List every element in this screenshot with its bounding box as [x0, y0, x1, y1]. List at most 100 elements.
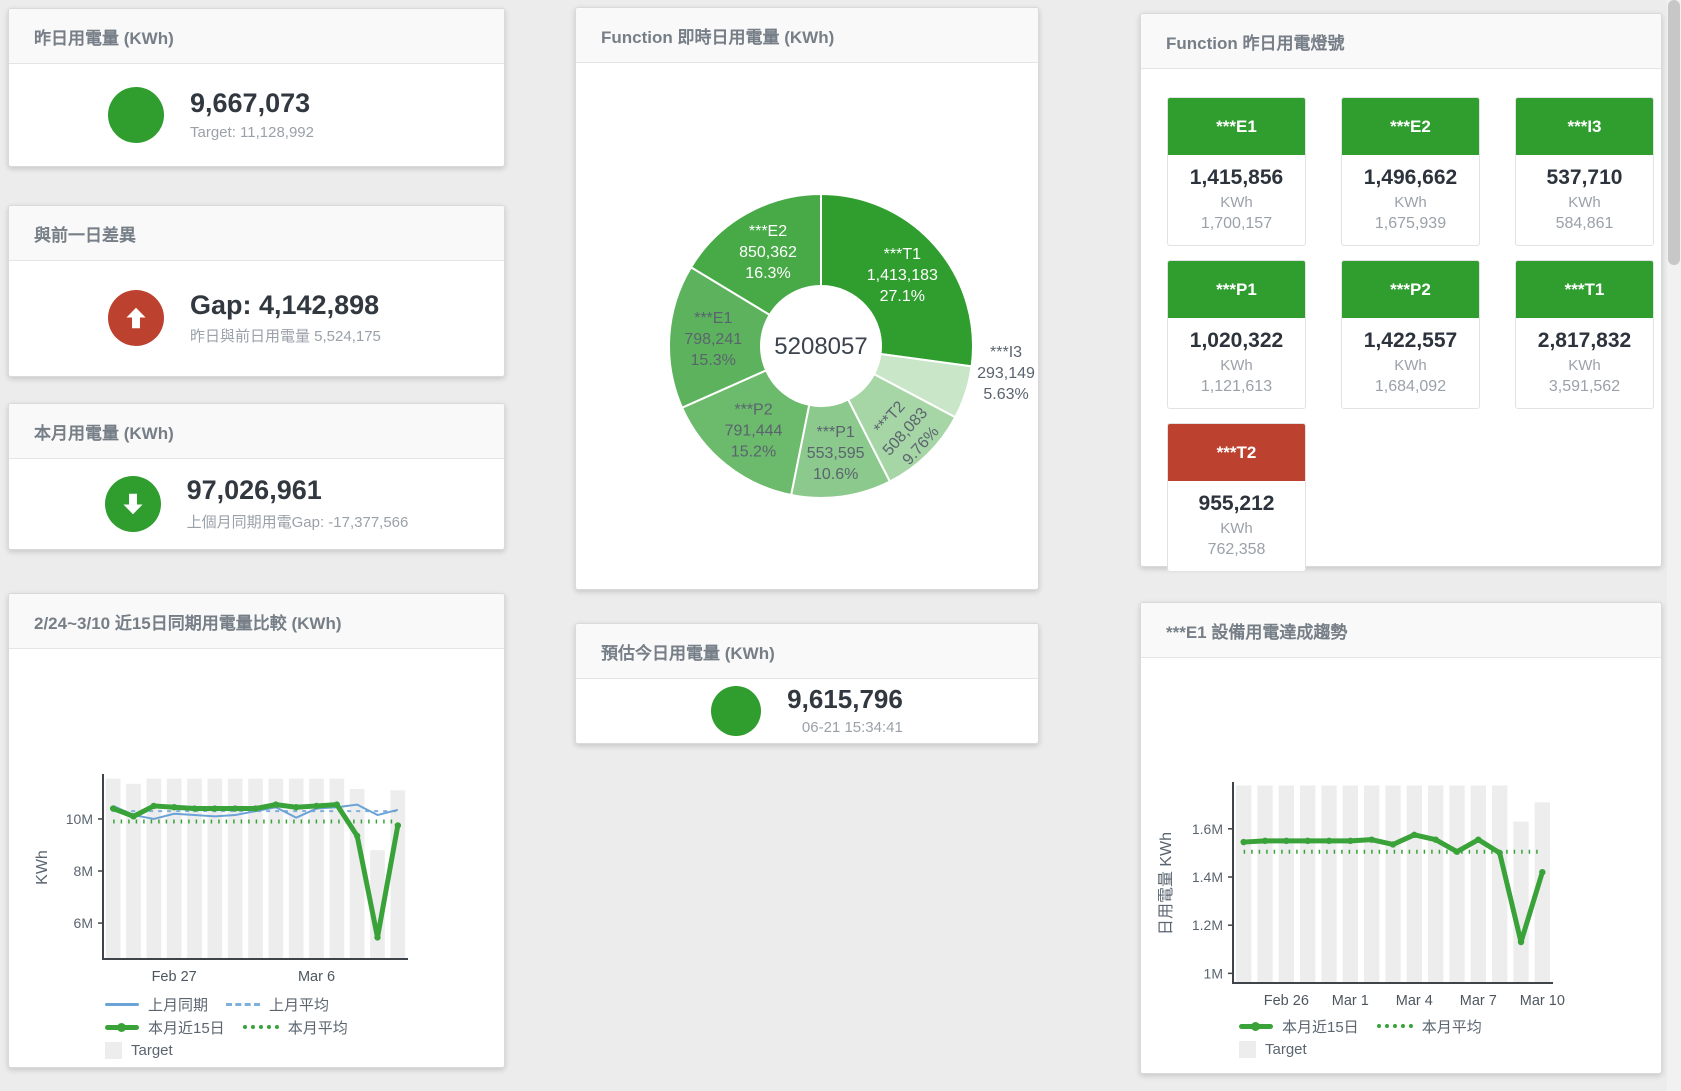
panel-title[interactable]: Function 昨日用電燈號: [1166, 29, 1344, 54]
tile-status-header: ***E1: [1168, 98, 1305, 155]
x-tick-label: Feb 26: [1264, 993, 1309, 1008]
x-tick-label: Mar 4: [1396, 993, 1433, 1008]
scrollbar-thumb[interactable]: [1668, 0, 1680, 265]
y-tick-label: 8M: [74, 863, 93, 879]
legend-item-last-month-avg[interactable]: 上月平均: [226, 994, 329, 1015]
legend-item-this-month-avg[interactable]: 本月平均: [1377, 1016, 1482, 1037]
target-bar: [1471, 785, 1486, 983]
tile-unit: KWh: [1170, 520, 1303, 537]
tile-status-header: ***T1: [1516, 261, 1653, 318]
target-bar: [391, 790, 406, 959]
target-bar: [1407, 785, 1422, 983]
panel-title[interactable]: 本月用電量 (KWh): [34, 419, 174, 444]
panel-title[interactable]: 與前一日差異: [34, 221, 136, 246]
tile-status-header: ***P2: [1342, 261, 1479, 318]
panel-header: ***E1 設備用電達成趨勢: [1141, 603, 1661, 658]
legend-label: 本月平均: [1422, 1016, 1482, 1037]
tile-unit: KWh: [1170, 357, 1303, 374]
y-axis-label: 日用電量 KWh: [1158, 832, 1175, 935]
panel-title[interactable]: Function 即時日用電量 (KWh): [601, 23, 834, 48]
donut-center-total: 5208057: [774, 333, 867, 360]
target-bar: [1364, 785, 1379, 983]
panel-header: 2/24~3/10 近15日同期用電量比較 (KWh): [9, 594, 504, 649]
dotted-line-swatch: [243, 1025, 279, 1029]
dotted-line-swatch: [1377, 1024, 1413, 1028]
panel-header: Function 昨日用電燈號: [1141, 14, 1661, 69]
stat-body: 9,667,073 Target: 11,128,992: [9, 64, 504, 165]
panel-header: 本月用電量 (KWh): [9, 404, 504, 459]
dashboard: { "colors": { "page_bg": "#ececec", "gre…: [0, 0, 1681, 1091]
vertical-scrollbar: [1667, 0, 1681, 1091]
target-bar: [1428, 785, 1443, 983]
thick-line-swatch: [1239, 1024, 1273, 1029]
legend-label: 本月平均: [288, 1017, 348, 1038]
legend-item-last-month[interactable]: 上月同期: [105, 994, 208, 1015]
light-tile: ***I3537,710KWh584,861: [1515, 97, 1654, 246]
tile-status-header: ***T2: [1168, 424, 1305, 481]
status-circle-green: [108, 87, 164, 143]
legend-item-target[interactable]: Target: [1239, 1041, 1307, 1058]
panel-header: 與前一日差異: [9, 206, 504, 261]
panel-title[interactable]: ***E1 設備用電達成趨勢: [1166, 618, 1347, 643]
y-tick-label: 6M: [74, 915, 93, 931]
legend-label: Target: [1265, 1041, 1307, 1058]
tile-subvalue: 1,675,939: [1344, 215, 1477, 233]
x-tick-label: Mar 6: [298, 969, 335, 985]
tile-body: 955,212 KWh 762,358: [1168, 481, 1305, 571]
tile-subvalue: 1,684,092: [1344, 378, 1477, 396]
panel-estimate-today: 預估今日用電量 (KWh) 9,615,796 06-21 15:34:41: [575, 623, 1039, 744]
target-bar: [1513, 822, 1528, 983]
legend-item-this-month[interactable]: 本月近15日: [1239, 1016, 1359, 1037]
target-bar: [126, 784, 141, 959]
stat-value: 9,667,073: [190, 88, 405, 119]
light-tiles: ***E11,415,856KWh1,700,157***E21,496,662…: [1141, 69, 1661, 572]
dashed-line-swatch: [226, 1003, 260, 1006]
light-tile: ***P21,422,557KWh1,684,092: [1341, 260, 1480, 409]
stat-value: 97,026,961: [187, 475, 409, 506]
y-tick-label: 10M: [66, 811, 93, 827]
tile-value: 1,422,557: [1344, 329, 1477, 353]
tile-subvalue: 1,700,157: [1170, 215, 1303, 233]
tile-unit: KWh: [1344, 194, 1477, 211]
y-tick-label: 1.4M: [1192, 869, 1223, 885]
tile-subvalue: 1,121,613: [1170, 378, 1303, 396]
stat-value: Gap: 4,142,898: [190, 290, 405, 321]
comparison-line-chart[interactable]: 6M8M10MFeb 27Mar 6KWh: [9, 649, 504, 999]
square-swatch: [1239, 1041, 1256, 1058]
tile-subvalue: 584,861: [1518, 215, 1651, 233]
tile-status-header: ***P1: [1168, 261, 1305, 318]
target-bar: [1321, 785, 1336, 983]
stat-subtitle: 昨日與前日用電量 5,524,175: [190, 325, 405, 346]
tile-value: 1,020,322: [1170, 329, 1303, 353]
tile-value: 955,212: [1170, 492, 1303, 516]
legend-item-this-month-avg[interactable]: 本月平均: [243, 1017, 348, 1038]
trend-line-chart[interactable]: 1M1.2M1.4M1.6MFeb 26Mar 1Mar 4Mar 7Mar 1…: [1141, 658, 1661, 1008]
stat-body: 9,615,796 06-21 15:34:41: [576, 679, 1038, 742]
tile-value: 1,496,662: [1344, 166, 1477, 190]
donut-slice-label: ***I3293,1495.63%: [977, 344, 1035, 403]
panel-title[interactable]: 昨日用電量 (KWh): [34, 24, 174, 49]
panel-realtime-donut: Function 即時日用電量 (KWh) ***T11,413,18327.1…: [575, 7, 1039, 590]
tile-body: 1,020,322 KWh 1,121,613: [1168, 318, 1305, 408]
panel-header: Function 即時日用電量 (KWh): [576, 8, 1038, 63]
panel-title[interactable]: 預估今日用電量 (KWh): [601, 639, 775, 664]
panel-yesterday-lights: Function 昨日用電燈號 ***E11,415,856KWh1,700,1…: [1140, 13, 1662, 567]
stat-timestamp: 06-21 15:34:41: [787, 719, 903, 736]
light-tile: ***P1 1,020,322 KWh 1,121,613: [1167, 260, 1306, 409]
target-bar: [1343, 785, 1358, 983]
panel-e1-trend: ***E1 設備用電達成趨勢 1M1.2M1.4M1.6MFeb 26Mar 1…: [1140, 602, 1662, 1074]
donut-chart[interactable]: ***T11,413,18327.1%***I3293,1495.63%***T…: [576, 63, 1038, 587]
target-bar: [1257, 785, 1272, 983]
chart-legend: 本月近15日 本月平均 Target: [1239, 1016, 1482, 1059]
y-tick-label: 1.2M: [1192, 917, 1223, 933]
light-tile: ***E11,415,856KWh1,700,157: [1167, 97, 1306, 246]
x-tick-label: Mar 10: [1520, 993, 1565, 1008]
legend-item-target[interactable]: Target: [105, 1042, 173, 1059]
arrow-down-icon: [105, 476, 161, 532]
stat-body: 97,026,961 上個月同期用電Gap: -17,377,566: [9, 459, 504, 548]
light-tile: ***T12,817,832KWh3,591,562: [1515, 260, 1654, 409]
legend-item-this-month[interactable]: 本月近15日: [105, 1017, 225, 1038]
tile-subvalue: 762,358: [1170, 541, 1303, 559]
legend-label: 上月平均: [269, 994, 329, 1015]
panel-title[interactable]: 2/24~3/10 近15日同期用電量比較 (KWh): [34, 609, 342, 634]
